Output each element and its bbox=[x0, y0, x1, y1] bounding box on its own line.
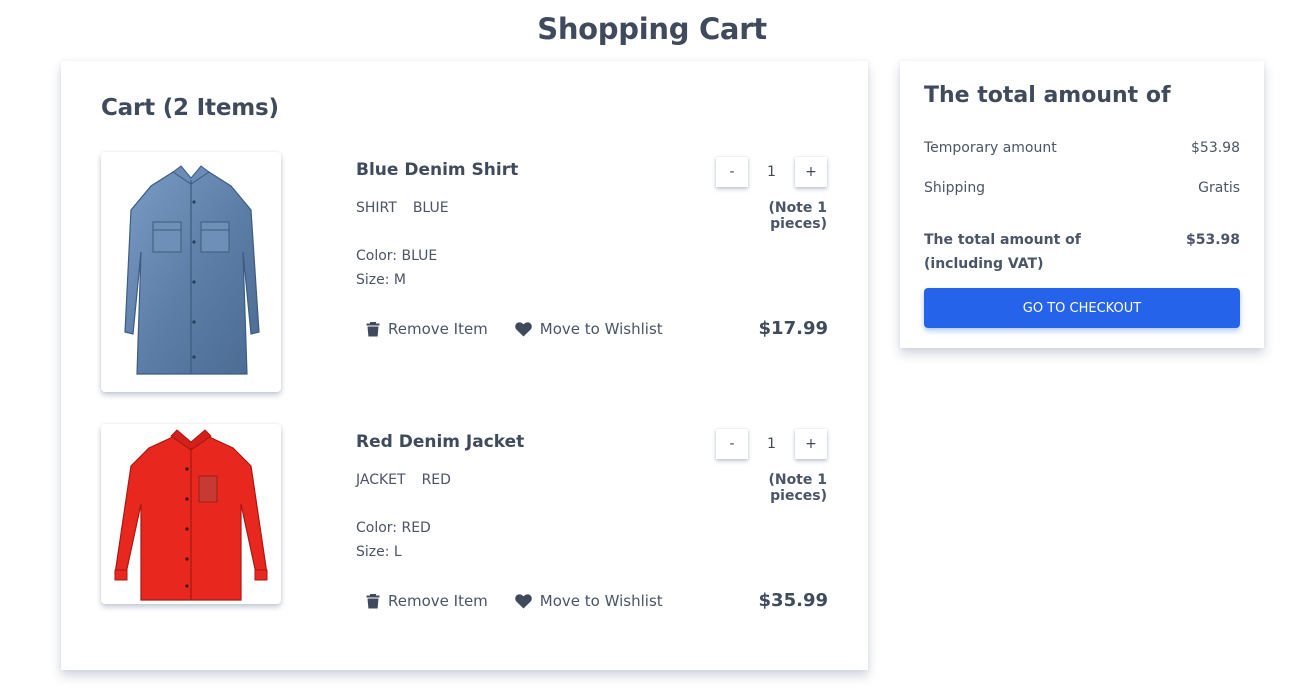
remove-item-button[interactable]: Remove Item bbox=[366, 592, 488, 610]
cart-item: Red Denim Jacket JACKET RED Color: RED Si… bbox=[101, 424, 828, 664]
product-image[interactable] bbox=[101, 152, 281, 392]
product-size: Size: M bbox=[356, 272, 406, 288]
cart-heading: Cart (2 Items) bbox=[101, 95, 279, 121]
quantity-value[interactable]: 1 bbox=[748, 436, 795, 452]
shipping-value: Gratis bbox=[1198, 180, 1240, 196]
product-tags: JACKET RED bbox=[356, 472, 451, 488]
product-name[interactable]: Blue Denim Shirt bbox=[356, 160, 518, 180]
move-to-wishlist-button[interactable]: Move to Wishlist bbox=[515, 592, 663, 610]
quantity-note: (Note 1 pieces) bbox=[768, 472, 827, 504]
product-category: SHIRT bbox=[356, 200, 397, 216]
trash-icon bbox=[366, 594, 380, 609]
product-color: Color: RED bbox=[356, 520, 431, 536]
checkout-button[interactable]: GO TO CHECKOUT bbox=[924, 288, 1240, 328]
move-to-wishlist-label: Move to Wishlist bbox=[539, 320, 663, 338]
item-actions: Remove Item Move to Wishlist bbox=[366, 592, 663, 610]
order-summary-panel: The total amount of Temporary amount $53… bbox=[900, 61, 1264, 348]
quantity-stepper: - 1 + bbox=[716, 157, 827, 187]
quantity-note: (Note 1 pieces) bbox=[768, 200, 827, 232]
product-name[interactable]: Red Denim Jacket bbox=[356, 432, 524, 452]
decrement-button[interactable]: - bbox=[716, 157, 748, 187]
product-image[interactable] bbox=[101, 424, 281, 604]
product-category: JACKET bbox=[356, 472, 406, 488]
heart-icon bbox=[515, 593, 532, 608]
product-variant: BLUE bbox=[412, 200, 449, 216]
increment-button[interactable]: + bbox=[795, 157, 827, 187]
remove-item-label: Remove Item bbox=[388, 592, 488, 610]
decrement-button[interactable]: - bbox=[716, 429, 748, 459]
page-title: Shopping Cart bbox=[537, 12, 767, 46]
temporary-amount-value: $53.98 bbox=[1191, 140, 1240, 156]
shipping-row: Shipping Gratis bbox=[924, 180, 1240, 196]
temporary-amount-label: Temporary amount bbox=[924, 140, 1057, 156]
heart-icon bbox=[515, 321, 532, 336]
summary-title: The total amount of bbox=[924, 83, 1171, 108]
product-size: Size: L bbox=[356, 544, 402, 560]
cart-item: Blue Denim Shirt SHIRT BLUE Color: BLUE S… bbox=[101, 152, 828, 392]
item-actions: Remove Item Move to Wishlist bbox=[366, 320, 663, 338]
red-jacket-image bbox=[114, 429, 268, 601]
product-color: Color: BLUE bbox=[356, 248, 438, 264]
shipping-label: Shipping bbox=[924, 180, 986, 196]
remove-item-button[interactable]: Remove Item bbox=[366, 320, 488, 338]
temporary-amount-row: Temporary amount $53.98 bbox=[924, 140, 1240, 156]
quantity-stepper: - 1 + bbox=[716, 429, 827, 459]
total-value: $53.98 bbox=[1185, 232, 1240, 248]
item-price: $35.99 bbox=[758, 590, 828, 611]
quantity-value[interactable]: 1 bbox=[748, 164, 795, 180]
remove-item-label: Remove Item bbox=[388, 320, 488, 338]
move-to-wishlist-label: Move to Wishlist bbox=[539, 592, 663, 610]
denim-shirt-image bbox=[124, 165, 260, 375]
increment-button[interactable]: + bbox=[795, 429, 827, 459]
cart-panel: Cart (2 Items) Blue Denim Shirt SHIRT BL… bbox=[61, 61, 868, 670]
total-label: The total amount of (including VAT) bbox=[924, 232, 1081, 272]
trash-icon bbox=[366, 322, 380, 337]
product-tags: SHIRT BLUE bbox=[356, 200, 449, 216]
item-price: $17.99 bbox=[758, 318, 828, 339]
total-row: The total amount of (including VAT) $53.… bbox=[924, 228, 1240, 276]
product-variant: RED bbox=[421, 472, 451, 488]
move-to-wishlist-button[interactable]: Move to Wishlist bbox=[515, 320, 663, 338]
